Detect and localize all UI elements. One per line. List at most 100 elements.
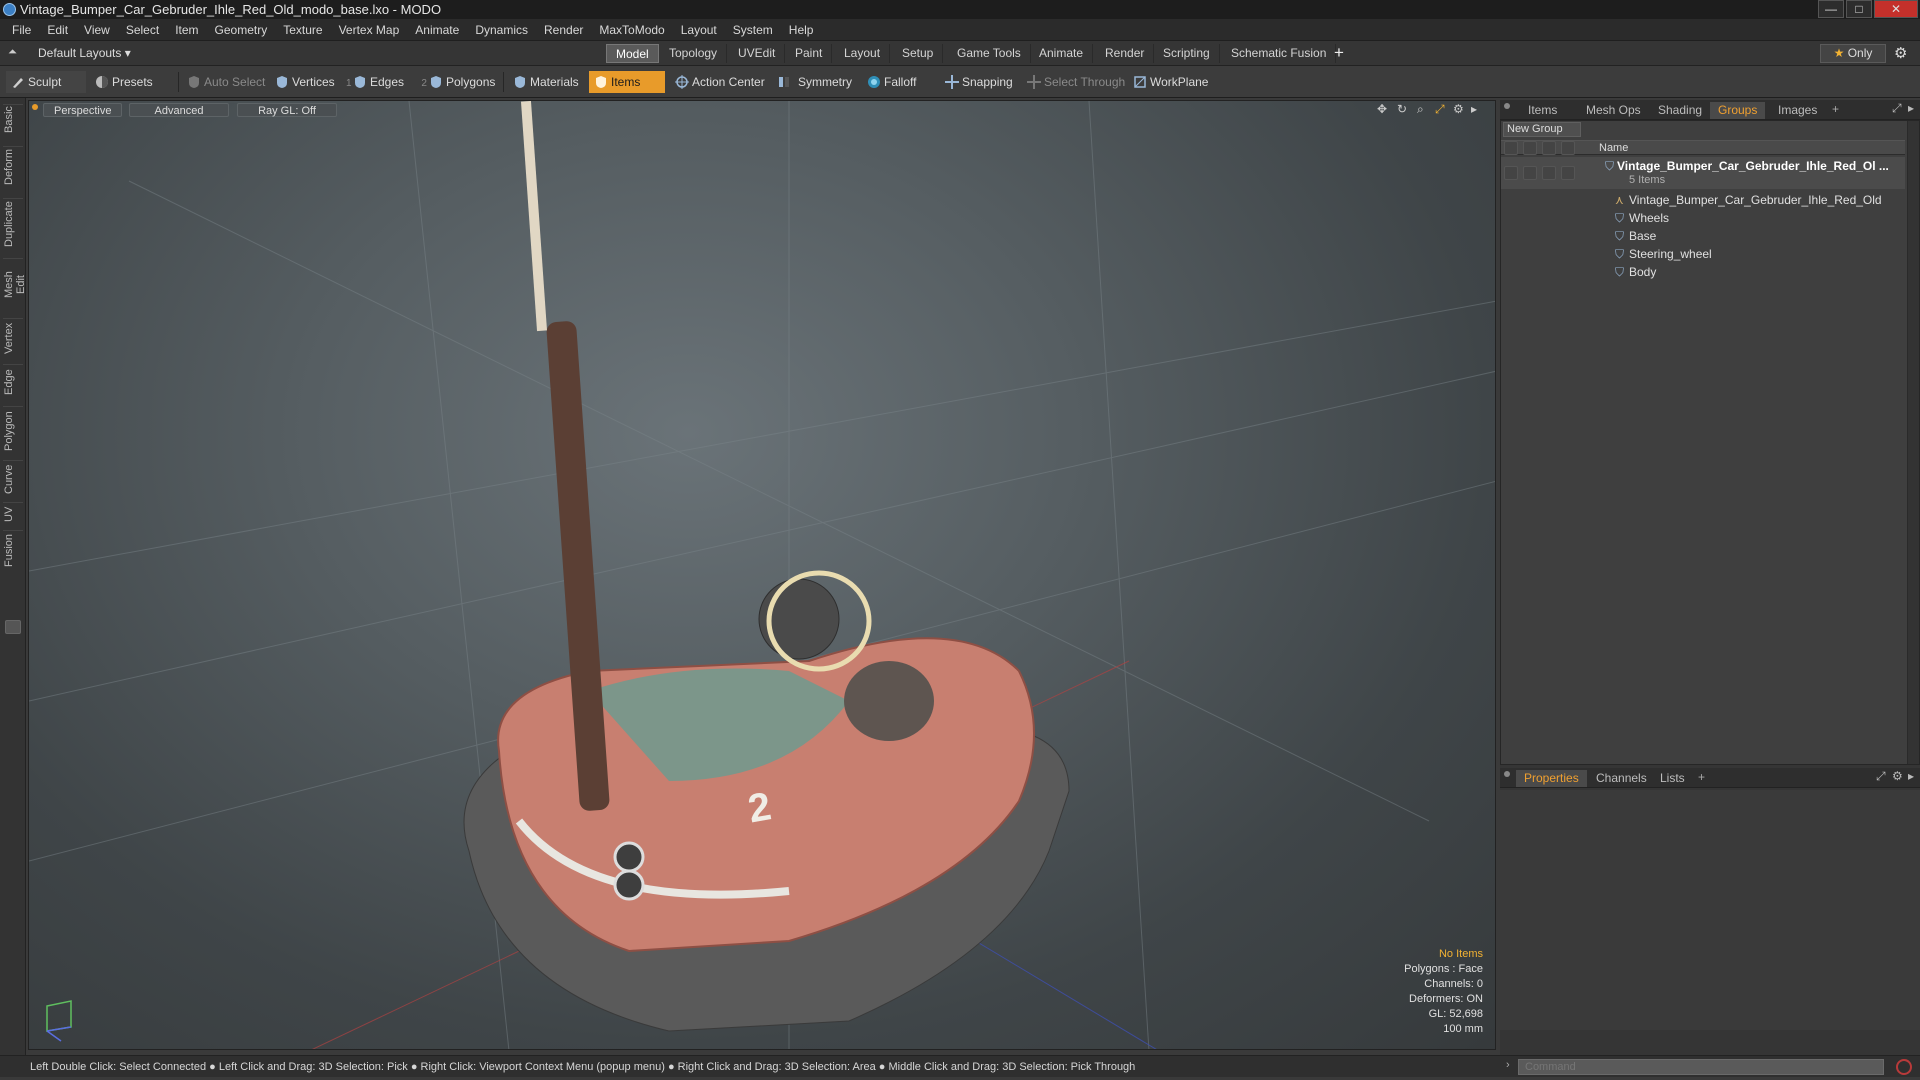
properties-settings-icon[interactable]: ⚙ bbox=[1892, 769, 1903, 783]
tab-render[interactable]: Render bbox=[1096, 44, 1155, 63]
menu-dynamics[interactable]: Dynamics bbox=[467, 19, 536, 41]
menu-animate[interactable]: Animate bbox=[407, 19, 467, 41]
groups-scrollbar[interactable] bbox=[1907, 121, 1919, 764]
expand-properties-icon[interactable]: ⤢ bbox=[1876, 769, 1886, 784]
collapse-up-icon[interactable]: ⏶ bbox=[8, 46, 17, 59]
menu-file[interactable]: File bbox=[0, 19, 39, 41]
menu-vertex-map[interactable]: Vertex Map bbox=[331, 19, 408, 41]
add-layout-tab-button[interactable]: + bbox=[1334, 43, 1344, 63]
maximize-view-icon[interactable]: ⤢ bbox=[1435, 102, 1445, 117]
add-tab-button[interactable]: + bbox=[1832, 102, 1839, 116]
symmetry-button[interactable]: Symmetry bbox=[772, 71, 860, 93]
left-tab-mesh-edit[interactable]: Mesh Edit bbox=[3, 258, 27, 310]
group-child-row[interactable]: ⛉ Wheels bbox=[1501, 209, 1905, 227]
only-toggle[interactable]: ★ Only bbox=[1820, 44, 1886, 63]
menu-edit[interactable]: Edit bbox=[39, 19, 76, 41]
tab-channels[interactable]: Channels bbox=[1588, 770, 1655, 787]
group-child-row[interactable]: ⛉ Steering_wheel bbox=[1501, 245, 1905, 263]
viewport-settings-icon[interactable]: ⚙ bbox=[1453, 102, 1464, 116]
panel-menu-icon[interactable]: ▸ bbox=[1908, 101, 1914, 115]
left-tab-edge[interactable]: Edge bbox=[3, 364, 23, 400]
workplane-button[interactable]: WorkPlane bbox=[1128, 71, 1216, 93]
tab-paint[interactable]: Paint bbox=[786, 44, 833, 63]
select-header-icon[interactable] bbox=[1561, 141, 1575, 155]
command-history-icon[interactable] bbox=[1896, 1059, 1912, 1075]
group-child-row[interactable]: ⛉ Base bbox=[1501, 227, 1905, 245]
group-child-row[interactable]: ⋏ Vintage_Bumper_Car_Gebruder_Ihle_Red_O… bbox=[1501, 191, 1905, 209]
shading-dropdown[interactable]: Advanced bbox=[129, 103, 229, 117]
tab-groups[interactable]: Groups bbox=[1710, 102, 1766, 119]
zoom-icon[interactable]: ⌕ bbox=[1417, 102, 1424, 117]
lock-header-icon[interactable] bbox=[1542, 141, 1556, 155]
tab-shading[interactable]: Shading bbox=[1650, 102, 1710, 119]
menu-layout[interactable]: Layout bbox=[673, 19, 725, 41]
root-lock-icon[interactable] bbox=[1542, 166, 1556, 180]
expand-panel-icon[interactable]: ⤢ bbox=[1892, 101, 1902, 116]
tab-lists[interactable]: Lists bbox=[1652, 770, 1693, 787]
polygons-button[interactable]: Polygons bbox=[424, 71, 503, 93]
items-button[interactable]: Items 5 bbox=[589, 71, 665, 111]
materials-button[interactable]: Materials bbox=[508, 71, 587, 93]
gear-icon[interactable]: ⚙ bbox=[1894, 44, 1907, 62]
menu-geometry[interactable]: Geometry bbox=[207, 19, 276, 41]
rotate-view-icon[interactable]: ↻ bbox=[1397, 102, 1407, 116]
move-view-icon[interactable]: ✥ bbox=[1377, 102, 1387, 116]
root-select-icon[interactable] bbox=[1561, 166, 1575, 180]
menu-maxtomodo[interactable]: MaxToModo bbox=[591, 19, 672, 41]
raygl-toggle[interactable]: Ray GL: Off bbox=[237, 103, 337, 117]
left-tab-vertex[interactable]: Vertex bbox=[3, 318, 23, 358]
render-header-icon[interactable] bbox=[1523, 141, 1537, 155]
menu-item[interactable]: Item bbox=[167, 19, 206, 41]
menu-select[interactable]: Select bbox=[118, 19, 167, 41]
falloff-button[interactable]: Falloff bbox=[862, 71, 924, 93]
3d-viewport[interactable]: 2 Perspective Advanced Ray GL: Off ✥ ↻ ⌕… bbox=[28, 100, 1496, 1050]
perspective-dropdown[interactable]: Perspective bbox=[43, 103, 123, 117]
menu-help[interactable]: Help bbox=[781, 19, 822, 41]
menu-texture[interactable]: Texture bbox=[275, 19, 330, 41]
maximize-button[interactable]: □ bbox=[1846, 0, 1872, 18]
root-render-icon[interactable] bbox=[1523, 166, 1537, 180]
tab-setup[interactable]: Setup bbox=[893, 44, 944, 63]
tab-schematic-fusion[interactable]: Schematic Fusion bbox=[1222, 44, 1337, 63]
visibility-header-icon[interactable] bbox=[1504, 141, 1518, 155]
group-root-row[interactable]: ⛉ Vintage_Bumper_Car_Gebruder_Ihle_Red_O… bbox=[1501, 157, 1905, 189]
tab-game-tools[interactable]: Game Tools bbox=[948, 44, 1031, 63]
tab-properties[interactable]: Properties bbox=[1516, 770, 1587, 787]
minimize-button[interactable]: — bbox=[1818, 0, 1844, 18]
tab-animate[interactable]: Animate bbox=[1030, 44, 1094, 63]
root-visibility-icon[interactable] bbox=[1504, 166, 1518, 180]
tab-images[interactable]: Images bbox=[1770, 102, 1825, 119]
sculpt-button[interactable]: Sculpt bbox=[6, 71, 86, 93]
left-tab-deform[interactable]: Deform bbox=[3, 146, 23, 188]
presets-button[interactable]: Presets F6 bbox=[90, 71, 172, 111]
tab-scripting[interactable]: Scripting bbox=[1154, 44, 1220, 63]
menu-render[interactable]: Render bbox=[536, 19, 591, 41]
left-tab-curve[interactable]: Curve bbox=[3, 460, 23, 498]
tab-layout[interactable]: Layout bbox=[835, 44, 891, 63]
command-input[interactable] bbox=[1518, 1059, 1884, 1075]
vertices-button[interactable]: Vertices 1 bbox=[270, 71, 360, 93]
viewport-menu-icon[interactable]: ▸ bbox=[1471, 102, 1477, 116]
panel-toggle-button[interactable] bbox=[5, 620, 21, 634]
left-tab-duplicate[interactable]: Duplicate bbox=[3, 198, 23, 250]
tab-topology[interactable]: Topology bbox=[660, 44, 728, 63]
left-tab-uv[interactable]: UV bbox=[3, 502, 23, 526]
left-tab-fusion[interactable]: Fusion bbox=[3, 530, 23, 570]
edges-button[interactable]: Edges 2 bbox=[348, 71, 435, 93]
auto-select-button[interactable]: Auto Select bbox=[182, 71, 273, 93]
tab-items[interactable]: Items bbox=[1520, 102, 1565, 119]
new-group-button[interactable]: New Group bbox=[1503, 122, 1581, 137]
left-tab-polygon[interactable]: Polygon bbox=[3, 406, 23, 456]
left-tab-basic[interactable]: Basic bbox=[3, 104, 23, 136]
properties-menu-icon[interactable]: ▸ bbox=[1908, 769, 1914, 783]
add-properties-tab-button[interactable]: + bbox=[1698, 770, 1705, 784]
menu-system[interactable]: System bbox=[725, 19, 781, 41]
group-child-row[interactable]: ⛉ Body bbox=[1501, 263, 1905, 281]
layouts-dropdown[interactable]: Default Layouts ▾ bbox=[38, 46, 131, 60]
bumper-car-model[interactable] bbox=[463, 101, 1070, 1032]
select-through-button[interactable]: Select Through bbox=[1022, 71, 1133, 93]
menu-view[interactable]: View bbox=[76, 19, 118, 41]
tab-model[interactable]: Model bbox=[606, 44, 659, 63]
snapping-button[interactable]: Snapping bbox=[940, 71, 1021, 93]
action-center-button[interactable]: Action Center bbox=[670, 71, 773, 93]
